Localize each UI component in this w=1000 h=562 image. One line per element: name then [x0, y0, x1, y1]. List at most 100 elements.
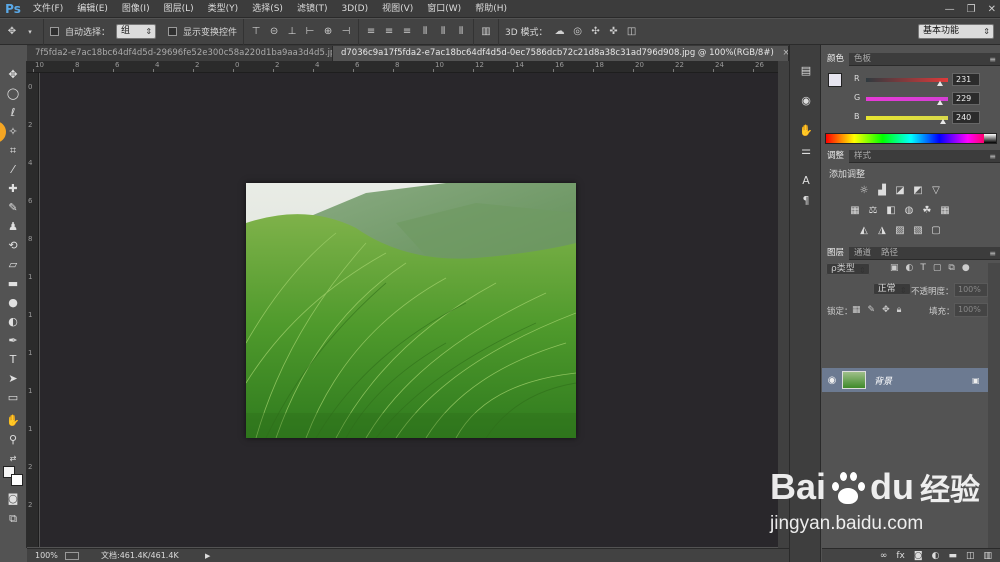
green-value[interactable]: 229 — [952, 92, 980, 105]
filter-pixel-icon[interactable]: ▣ — [890, 263, 899, 273]
tab-paths[interactable]: 路径 — [876, 247, 903, 260]
healing-brush-tool-icon[interactable]: ✚ — [4, 181, 22, 197]
minimize-icon[interactable]: — — [945, 4, 955, 15]
layer-name[interactable]: 背景 — [874, 374, 972, 387]
invert-icon[interactable]: ◭ — [858, 225, 870, 237]
curves-icon[interactable]: ◪ — [894, 185, 906, 197]
filter-adjustment-icon[interactable]: ◐ — [906, 263, 914, 273]
gradient-map-icon[interactable]: ▧ — [912, 225, 924, 237]
distribute-hcenter-icon[interactable]: ⦀ — [437, 26, 449, 38]
3d-drag-icon[interactable]: ✣ — [590, 26, 602, 38]
status-preview-icon[interactable] — [65, 551, 79, 560]
menu-3d[interactable]: 3D(D) — [334, 0, 375, 18]
menu-type[interactable]: 类型(Y) — [201, 0, 246, 18]
gradient-tool-icon[interactable]: ▬ — [4, 276, 22, 292]
photoshop-logo[interactable]: Ps — [0, 0, 26, 18]
rectangle-tool-icon[interactable]: ▭ — [4, 390, 22, 406]
panel-menu-icon[interactable]: ≡ — [989, 55, 996, 64]
link-layers-icon[interactable]: ∞ — [880, 551, 888, 561]
align-right-icon[interactable]: ⊣ — [340, 26, 352, 38]
color-balance-icon[interactable]: ⚖ — [867, 205, 879, 217]
3d-roll-icon[interactable]: ◎ — [572, 26, 584, 38]
slider-red[interactable]: R 231 — [822, 73, 1000, 87]
selective-color-icon[interactable]: ▢ — [930, 225, 942, 237]
type-tool-icon[interactable]: T — [4, 352, 22, 368]
photo-filter-icon[interactable]: ◍ — [903, 205, 915, 217]
workspace-dropdown[interactable]: 基本功能 — [918, 24, 994, 39]
marquee-tool-icon[interactable]: ◯ — [4, 86, 22, 102]
screen-mode-icon[interactable]: ⧉ — [4, 511, 22, 527]
slider-green[interactable]: G 229 — [822, 92, 1000, 106]
brightness-icon[interactable]: ☼ — [858, 185, 870, 197]
brush-panel-icon[interactable]: ✋ — [798, 123, 814, 139]
history-brush-tool-icon[interactable]: ⟲ — [4, 238, 22, 254]
new-layer-icon[interactable]: ◫ — [966, 551, 975, 561]
swap-colors-icon[interactable]: ⇄ — [4, 451, 22, 467]
quick-mask-icon[interactable]: ◙ — [4, 491, 22, 507]
filter-shape-icon[interactable]: ▢ — [933, 263, 942, 273]
magic-wand-tool-icon[interactable]: ✧ — [4, 124, 22, 140]
character-panel-icon[interactable]: A — [798, 173, 814, 189]
dodge-tool-icon[interactable]: ◐ — [4, 314, 22, 330]
menu-filter[interactable]: 滤镜(T) — [290, 0, 335, 18]
tool-presets-icon[interactable]: ⚌ — [798, 143, 814, 159]
hand-tool-icon[interactable]: ✋ — [4, 413, 22, 429]
slider-blue[interactable]: B 240 — [822, 111, 1000, 125]
channel-mixer-icon[interactable]: ☘ — [921, 205, 933, 217]
show-transform-checkbox[interactable] — [168, 27, 178, 36]
tab-document-1[interactable]: 7f5fda2-e7ac18bc64df4d5d-29696fe52e300c5… — [27, 46, 333, 61]
align-top-icon[interactable]: ⊤ — [250, 26, 262, 38]
distribute-top-icon[interactable]: ≡ — [365, 26, 377, 38]
crop-tool-icon[interactable]: ⌗ — [4, 143, 22, 159]
auto-select-dropdown[interactable]: 组 — [116, 24, 157, 39]
exposure-icon[interactable]: ◩ — [912, 185, 924, 197]
lasso-tool-icon[interactable]: ℓ — [4, 105, 22, 121]
add-mask-icon[interactable]: ◙ — [914, 551, 923, 561]
tool-preset-picker[interactable]: ✥ ▾ — [0, 18, 44, 45]
menu-help[interactable]: 帮助(H) — [468, 0, 514, 18]
layer-style-icon[interactable]: fx — [896, 551, 905, 561]
tab-document-2[interactable]: d7036c9a17f5fda2-e7ac18bc64df4d5d-0ec758… — [333, 46, 789, 61]
blend-mode-dropdown[interactable]: 正常 — [872, 283, 911, 295]
new-adjustment-icon[interactable]: ◐ — [932, 551, 940, 561]
align-left-icon[interactable]: ⊢ — [304, 26, 316, 38]
red-thumb[interactable] — [937, 81, 944, 86]
delete-layer-icon[interactable]: ▥ — [983, 551, 992, 561]
menu-layer[interactable]: 图层(L) — [157, 0, 201, 18]
history-panel-icon[interactable]: ▤ — [798, 63, 814, 79]
status-menu-arrow[interactable]: ▶ — [205, 552, 210, 560]
levels-icon[interactable]: ▟ — [876, 185, 888, 197]
eye-icon[interactable]: ◉ — [822, 375, 842, 386]
menu-image[interactable]: 图像(I) — [115, 0, 157, 18]
color-lookup-icon[interactable]: ▦ — [939, 205, 951, 217]
pen-tool-icon[interactable]: ✒ — [4, 333, 22, 349]
color-spectrum[interactable] — [825, 133, 997, 144]
align-bottom-icon[interactable]: ⊥ — [286, 26, 298, 38]
auto-align-icon[interactable]: ▥ — [480, 26, 492, 38]
3d-scale-icon[interactable]: ◫ — [626, 26, 638, 38]
clone-stamp-tool-icon[interactable]: ♟ — [4, 219, 22, 235]
threshold-icon[interactable]: ▨ — [894, 225, 906, 237]
blue-value[interactable]: 240 — [952, 111, 980, 124]
move-tool-icon[interactable]: ✥ — [4, 67, 22, 83]
new-group-icon[interactable]: ▬ — [948, 551, 957, 561]
filter-smart-icon[interactable]: ⧉ — [948, 263, 954, 273]
tab-color[interactable]: 颜色 — [822, 52, 850, 66]
zoom-tool-icon[interactable]: ⚲ — [4, 432, 22, 448]
opacity-field[interactable]: 100% — [954, 283, 988, 297]
filter-type-icon[interactable]: T — [920, 263, 926, 273]
menu-file[interactable]: 文件(F) — [26, 0, 70, 18]
tab-styles[interactable]: 样式 — [849, 150, 876, 163]
paragraph-panel-icon[interactable]: ¶ — [798, 193, 814, 209]
vibrance-icon[interactable]: ▽ — [930, 185, 942, 197]
tab-channels[interactable]: 通道 — [849, 247, 876, 260]
auto-select-checkbox[interactable] — [50, 27, 59, 36]
red-value[interactable]: 231 — [952, 73, 980, 86]
align-hcenter-icon[interactable]: ⊕ — [322, 26, 334, 38]
close-icon[interactable]: ✕ — [988, 4, 996, 15]
3d-slide-icon[interactable]: ✜ — [608, 26, 620, 38]
panel-menu-icon[interactable]: ≡ — [989, 152, 996, 161]
lock-pixels-icon[interactable]: ✎ — [868, 305, 876, 315]
3d-rotate-icon[interactable]: ☁ — [554, 26, 566, 38]
distribute-left-icon[interactable]: ⦀ — [419, 26, 431, 38]
